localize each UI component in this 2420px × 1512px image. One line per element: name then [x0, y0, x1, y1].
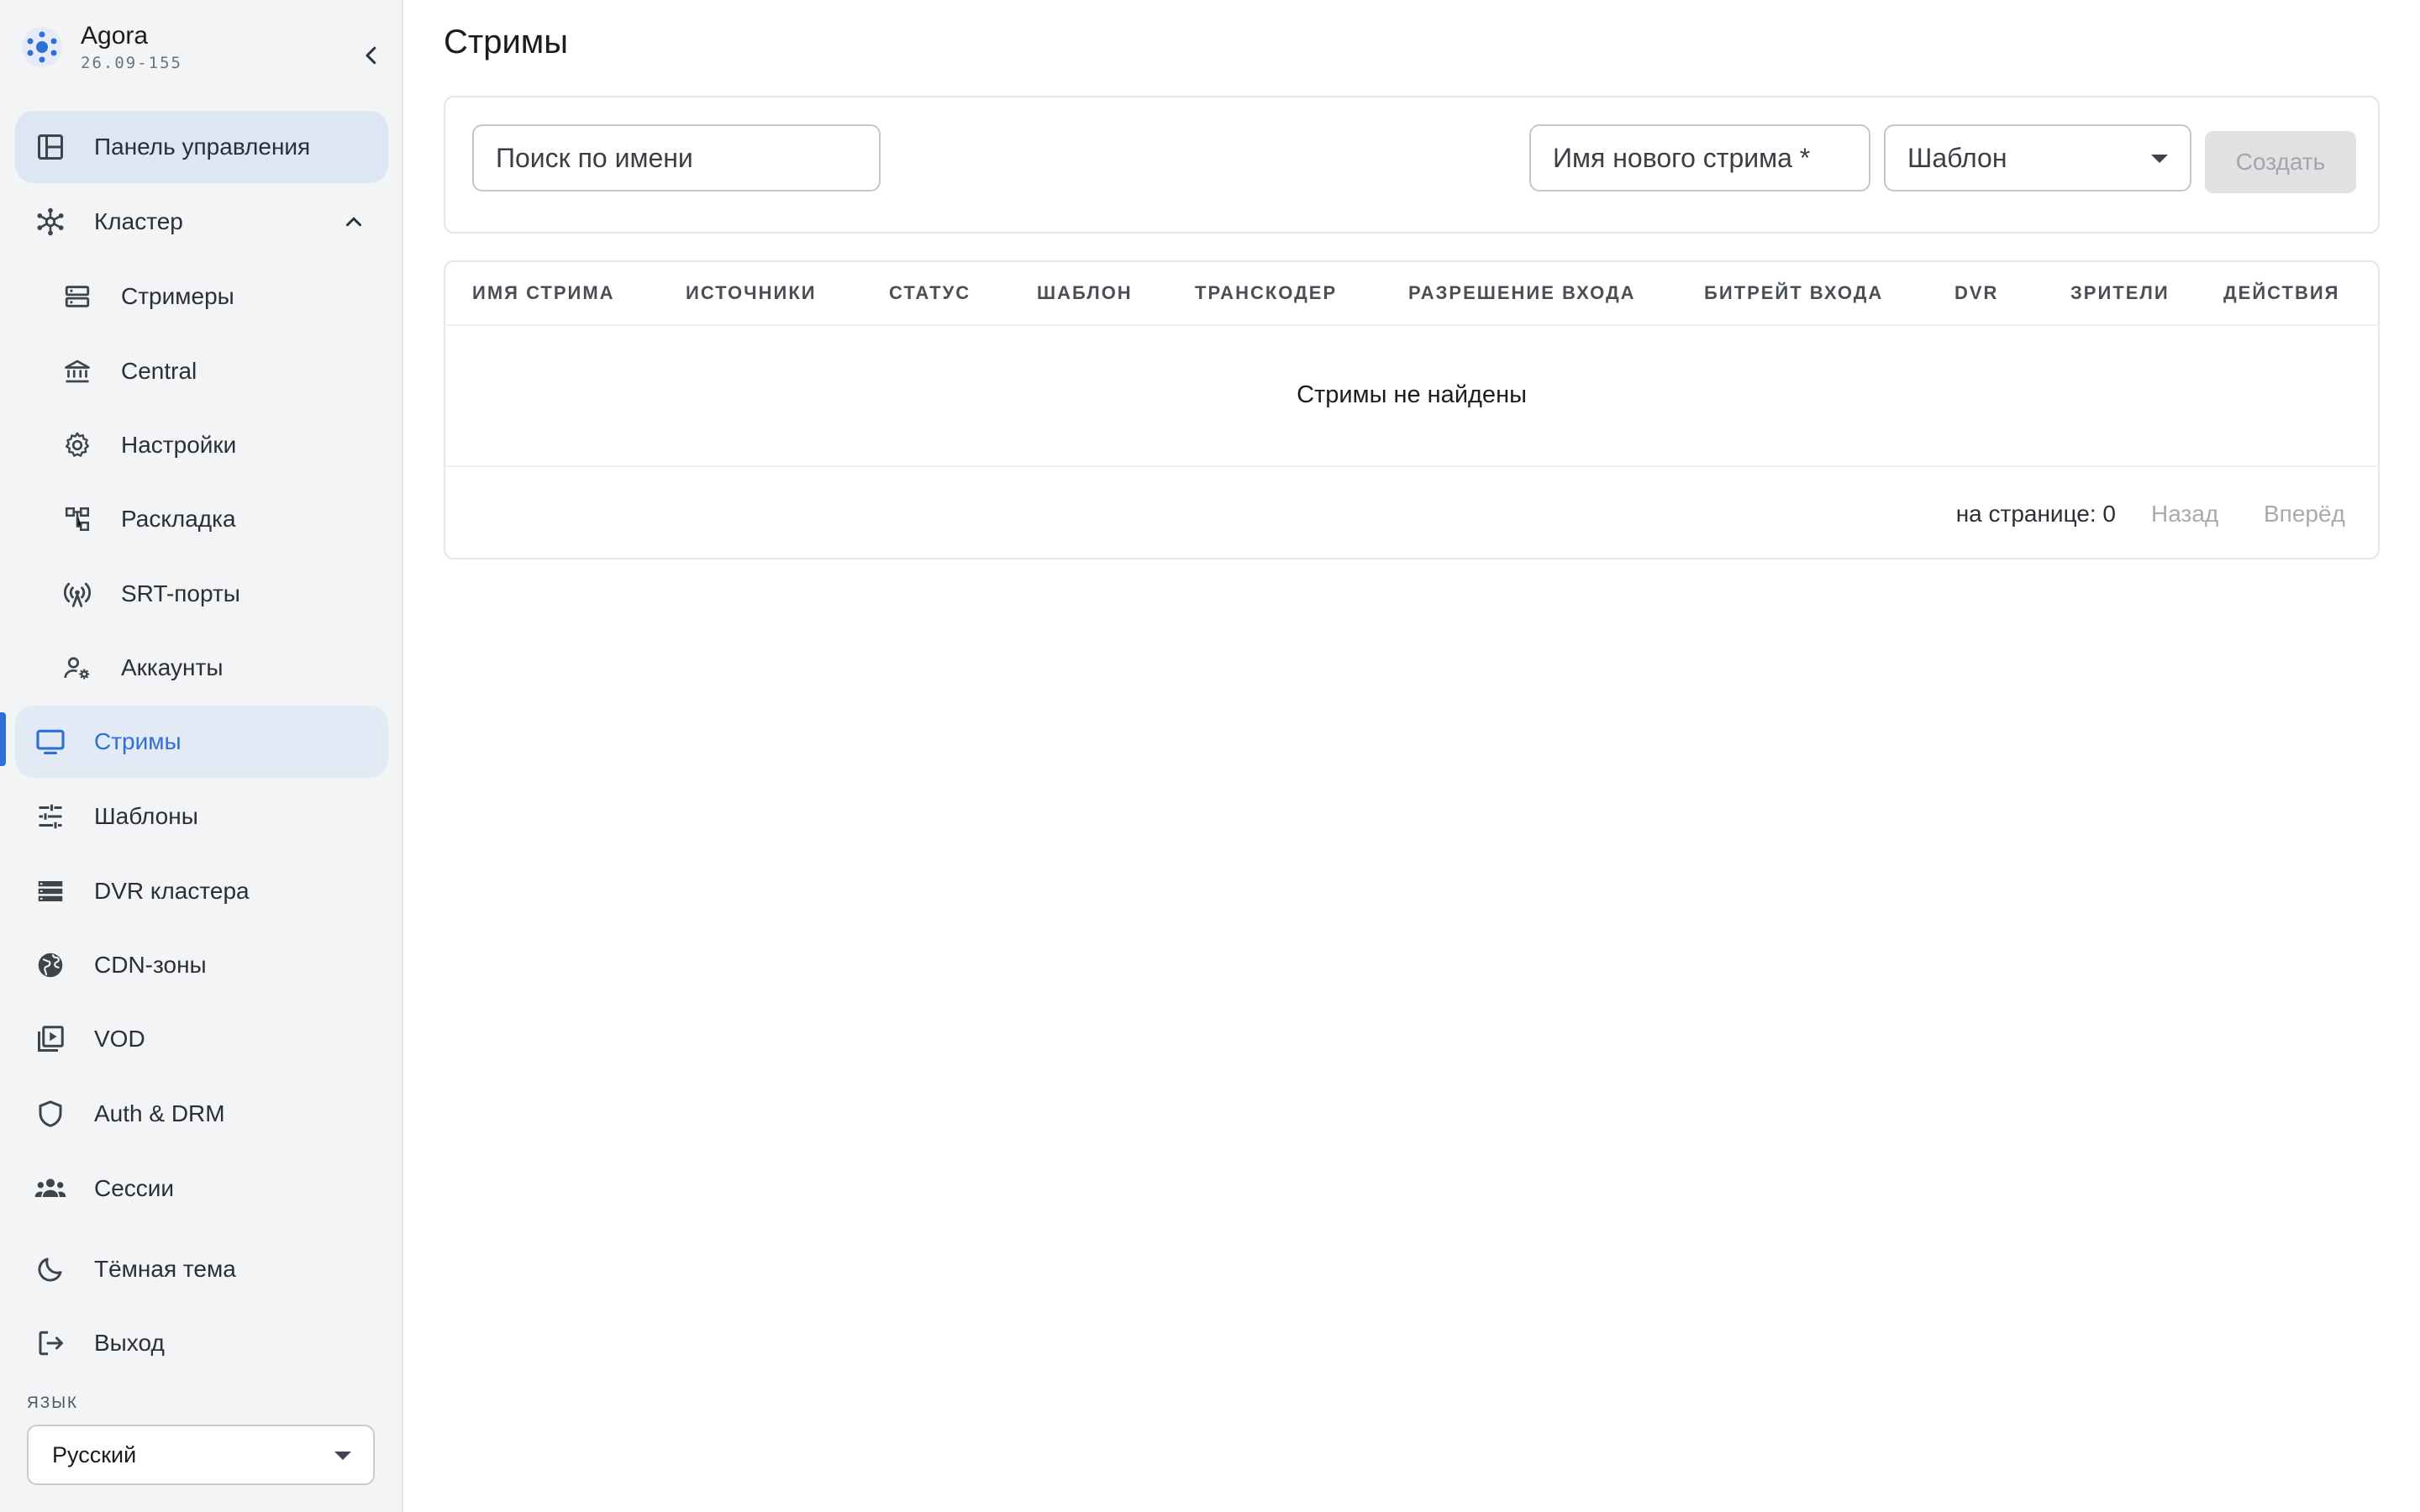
video-library-icon [32, 1021, 69, 1058]
sidebar-item-label: Auth & DRM [94, 1100, 225, 1126]
sidebar-item-cluster-dvr[interactable]: DVR кластера [15, 855, 388, 927]
storage-icon [32, 873, 69, 910]
sidebar: Agora 26.09-155 Панель управления Класте… [0, 0, 403, 1512]
sidebar-item-sessions[interactable]: Сессии [15, 1152, 388, 1225]
app-version: 26.09-155 [81, 54, 182, 72]
globe-icon [32, 947, 69, 984]
sidebar-item-label: Сессии [94, 1175, 175, 1201]
column-header[interactable]: СТАТУС [889, 262, 971, 324]
sidebar-item-accounts[interactable]: Аккаунты [15, 632, 388, 704]
language-select[interactable]: Русский [27, 1425, 375, 1485]
column-header[interactable]: ИМЯ СТРИМА [472, 262, 615, 324]
logout-icon [32, 1325, 69, 1362]
sidebar-item-label: Шаблоны [94, 803, 198, 829]
sidebar-item-label: DVR кластера [94, 878, 250, 904]
sidebar-item-label: Central [121, 358, 197, 384]
sidebar-item-settings[interactable]: Настройки [15, 409, 388, 481]
caret-down-icon [2151, 155, 2168, 163]
previous-page-button[interactable]: Назад [2151, 501, 2218, 528]
sidebar-item-label: Стримеры [121, 283, 234, 309]
sidebar-item-label: Тёмная тема [94, 1256, 236, 1282]
language-value: Русский [52, 1442, 137, 1467]
template-select[interactable]: Шаблон [1884, 124, 2191, 192]
chevron-left-icon [366, 46, 376, 65]
sidebar-item-dark-theme[interactable]: Тёмная тема [15, 1233, 388, 1305]
bank-icon [59, 353, 96, 390]
sidebar-item-cdn-zones[interactable]: CDN-зоны [15, 929, 388, 1001]
shield-icon [32, 1095, 69, 1132]
sidebar-item-dashboard[interactable]: Панель управления [15, 111, 388, 183]
sidebar-item-central[interactable]: Central [15, 335, 388, 407]
search-placeholder: Поиск по имени [496, 143, 693, 173]
caret-down-icon [334, 1452, 351, 1460]
empty-state-message: Стримы не найдены [1297, 381, 1527, 408]
group-icon [32, 1170, 69, 1207]
new-stream-name-input[interactable]: Имя нового стрима * [1529, 124, 1870, 192]
column-header[interactable]: ЗРИТЕЛИ [2070, 262, 2170, 324]
language-label: ЯЗЫК [27, 1394, 79, 1412]
user-settings-icon [59, 649, 96, 686]
gear-icon [59, 427, 96, 464]
column-header[interactable]: ТРАНСКОДЕР [1195, 262, 1337, 324]
layout-tree-icon [59, 501, 96, 538]
column-header[interactable]: ШАБЛОН [1037, 262, 1133, 324]
sidebar-item-label: Настройки [121, 432, 237, 458]
sidebar-item-streams[interactable]: Стримы [15, 706, 388, 778]
monitor-icon [32, 723, 69, 760]
sidebar-item-streamers[interactable]: Стримеры [15, 260, 388, 333]
brand: Agora 26.09-155 [20, 20, 383, 81]
sidebar-item-layout[interactable]: Раскладка [15, 483, 388, 555]
collapse-sidebar-button[interactable] [348, 32, 395, 79]
template-placeholder: Шаблон [1907, 143, 2007, 173]
logo-icon [22, 27, 62, 67]
sidebar-item-srt-ports[interactable]: SRT-порты [15, 558, 388, 630]
rows-per-page: на странице: 0 [1955, 501, 2116, 527]
page-title: Стримы [444, 24, 569, 60]
create-button[interactable]: Создать [2205, 131, 2356, 193]
sidebar-item-cluster[interactable]: Кластер [15, 186, 388, 258]
selected-indicator [0, 712, 6, 766]
sidebar-item-templates[interactable]: Шаблоны [15, 780, 388, 853]
search-input[interactable]: Поиск по имени [472, 124, 881, 192]
streams-table: ИМЯ СТРИМА ИСТОЧНИКИ СТАТУС ШАБЛОН ТРАНС… [444, 260, 2380, 559]
sidebar-item-auth-drm[interactable]: Auth & DRM [15, 1078, 388, 1150]
column-header[interactable]: ДЕЙСТВИЯ [2223, 262, 2339, 324]
sidebar-item-label: Стримы [94, 728, 182, 754]
stream-toolbar: Поиск по имени Имя нового стрима * Шабло… [444, 96, 2380, 234]
column-header[interactable]: БИТРЕЙТ ВХОДА [1704, 262, 1883, 324]
sidebar-item-label: Раскладка [121, 506, 236, 532]
sliders-icon [32, 798, 69, 835]
column-header[interactable]: ИСТОЧНИКИ [686, 262, 817, 324]
sidebar-item-label: Выход [94, 1330, 165, 1356]
column-header[interactable]: РАЗРЕШЕНИЕ ВХОДА [1408, 262, 1636, 324]
cluster-icon [32, 203, 69, 240]
next-page-button[interactable]: Вперёд [2264, 501, 2345, 528]
antenna-icon [59, 575, 96, 612]
sidebar-item-label: Панель управления [94, 134, 311, 160]
dashboard-icon [32, 129, 69, 165]
chevron-up-icon[interactable] [338, 206, 370, 238]
sidebar-item-label: Аккаунты [121, 654, 224, 680]
app-name: Agora [81, 22, 149, 50]
sidebar-item-label: VOD [94, 1026, 145, 1052]
moon-icon [32, 1251, 69, 1288]
sidebar-item-vod[interactable]: VOD [15, 1003, 388, 1075]
sidebar-item-logout[interactable]: Выход [15, 1307, 388, 1379]
column-header[interactable]: DVR [1954, 262, 1998, 324]
sidebar-item-label: CDN-зоны [94, 952, 207, 978]
sidebar-item-label: Кластер [94, 208, 183, 234]
server-icon [59, 278, 96, 315]
footer-divider [445, 465, 2378, 467]
sidebar-item-label: SRT-порты [121, 580, 240, 606]
new-stream-placeholder: Имя нового стрима * [1553, 143, 1811, 173]
